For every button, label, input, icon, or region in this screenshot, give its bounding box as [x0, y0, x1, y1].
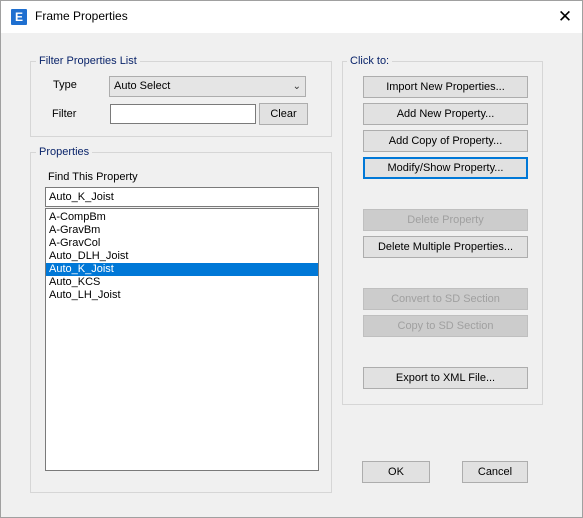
add-copy-property-button[interactable]: Add Copy of Property...: [363, 130, 528, 152]
cancel-button[interactable]: Cancel: [462, 461, 528, 483]
clear-button[interactable]: Clear: [259, 103, 308, 125]
type-select-value: Auto Select: [114, 80, 171, 92]
find-property-input[interactable]: Auto_K_Joist: [45, 187, 319, 207]
filter-group-title: Filter Properties List: [36, 55, 140, 67]
list-item[interactable]: A-GravCol: [46, 237, 318, 250]
frame-properties-dialog: E Frame Properties ✕ Filter Properties L…: [0, 0, 583, 518]
copy-to-sd-section-button[interactable]: Copy to SD Section: [363, 315, 528, 337]
type-select[interactable]: Auto Select ⌄: [109, 76, 306, 97]
modify-show-property-button[interactable]: Modify/Show Property...: [363, 157, 528, 179]
find-property-label: Find This Property: [48, 171, 138, 183]
ok-button[interactable]: OK: [362, 461, 430, 483]
delete-property-button[interactable]: Delete Property: [363, 209, 528, 231]
filter-input[interactable]: [110, 104, 256, 124]
export-to-xml-button[interactable]: Export to XML File...: [363, 367, 528, 389]
filter-properties-group: [30, 61, 332, 137]
add-new-property-button[interactable]: Add New Property...: [363, 103, 528, 125]
window-title: Frame Properties: [35, 9, 128, 23]
type-label: Type: [53, 79, 77, 91]
properties-listbox[interactable]: A-CompBm A-GravBm A-GravCol Auto_DLH_Joi…: [45, 208, 319, 471]
list-item-selected[interactable]: Auto_K_Joist: [46, 263, 318, 276]
list-item[interactable]: A-CompBm: [46, 211, 318, 224]
import-new-properties-button[interactable]: Import New Properties...: [363, 76, 528, 98]
close-icon[interactable]: ✕: [552, 5, 578, 29]
chevron-down-icon: ⌄: [292, 81, 301, 92]
list-item[interactable]: Auto_DLH_Joist: [46, 250, 318, 263]
title-bar: E Frame Properties ✕: [1, 1, 582, 33]
app-icon: E: [11, 9, 27, 25]
properties-group-title: Properties: [36, 146, 93, 158]
list-item[interactable]: Auto_LH_Joist: [46, 289, 318, 302]
list-item[interactable]: A-GravBm: [46, 224, 318, 237]
click-to-group-title: Click to:: [347, 55, 393, 67]
delete-multiple-properties-button[interactable]: Delete Multiple Properties...: [363, 236, 528, 258]
list-item[interactable]: Auto_KCS: [46, 276, 318, 289]
filter-label: Filter: [52, 108, 77, 120]
convert-to-sd-section-button[interactable]: Convert to SD Section: [363, 288, 528, 310]
